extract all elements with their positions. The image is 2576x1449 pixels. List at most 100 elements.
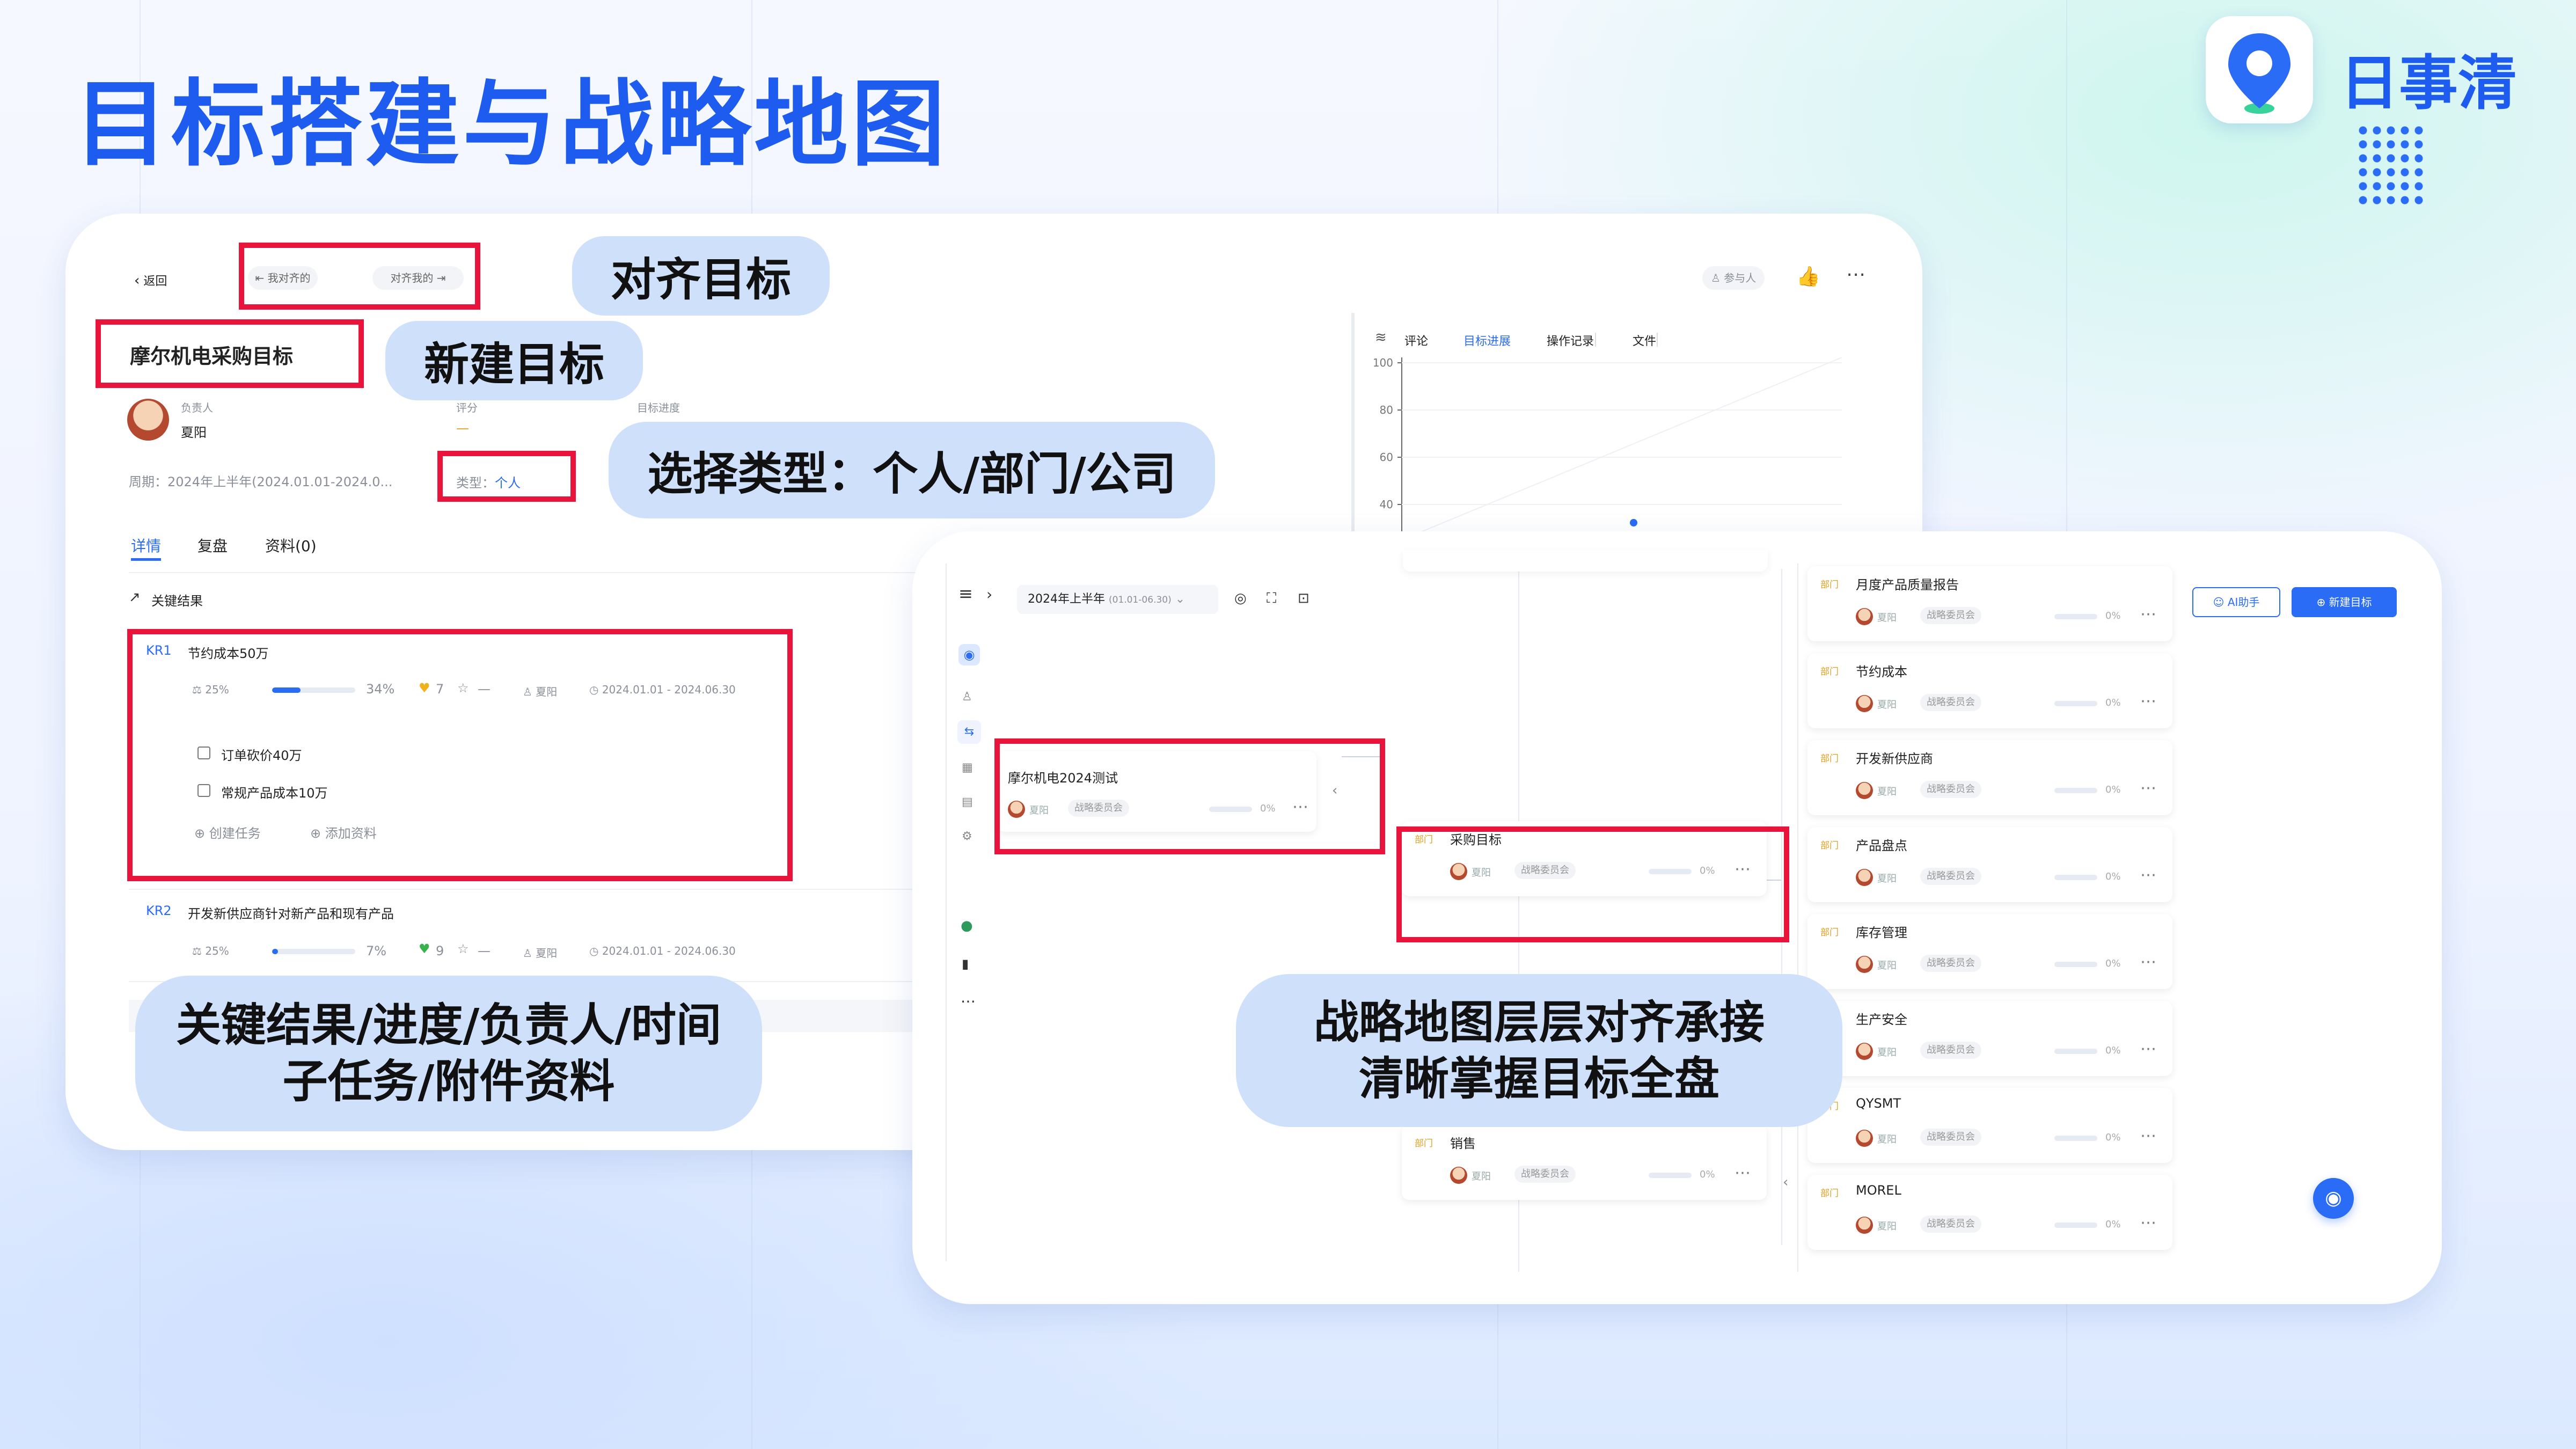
more-icon[interactable]: ⋯ bbox=[2140, 692, 2156, 711]
avatar bbox=[1856, 1130, 1873, 1147]
owner-name[interactable]: 夏阳 bbox=[181, 422, 207, 441]
node-group: 战略委员会 bbox=[1514, 1166, 1576, 1183]
map-leaf-node[interactable]: 部门生产安全夏阳战略委员会0%⋯ bbox=[1807, 1001, 2172, 1076]
thumb-up-icon[interactable]: 👍 bbox=[1796, 267, 1820, 287]
kr2-title[interactable]: 开发新供应商针对新产品和现有产品 bbox=[188, 903, 394, 922]
more-icon[interactable]: ⋯ bbox=[1846, 265, 1865, 284]
chart-tick-label: 100 bbox=[1373, 357, 1393, 369]
kr2-progress-bar[interactable] bbox=[272, 949, 355, 954]
tab-documents[interactable]: 资料(0) bbox=[265, 535, 317, 556]
node-owner: 夏阳 bbox=[1877, 873, 1897, 884]
map-leaf-node[interactable]: 部门QYSMT夏阳战略委员会0%⋯ bbox=[1807, 1088, 2172, 1163]
trend-icon: ↗ bbox=[129, 589, 141, 605]
node-progress: 0% bbox=[2105, 871, 2121, 882]
period-text[interactable]: 周期：2024年上半年(2024.01.01-2024.0... bbox=[129, 471, 392, 490]
chart-point[interactable] bbox=[1630, 519, 1637, 526]
more-icon[interactable]: ⋯ bbox=[2140, 605, 2156, 624]
avatar bbox=[1450, 1167, 1467, 1184]
divider bbox=[129, 889, 977, 890]
node-owner: 夏阳 bbox=[1877, 1047, 1897, 1058]
department-tag: 部门 bbox=[1820, 580, 1839, 590]
node-progress: 0% bbox=[1700, 1169, 1715, 1180]
highlight-goal-name bbox=[96, 319, 364, 388]
node-group: 战略委员会 bbox=[1920, 607, 1981, 624]
node-owner: 夏阳 bbox=[1877, 960, 1897, 971]
score-value[interactable]: — bbox=[456, 421, 469, 436]
section-title: 关键结果 bbox=[151, 594, 203, 609]
map-leaf-node[interactable]: 部门 节约成本 夏阳 战略委员会 0% ⋯ bbox=[1807, 653, 2172, 728]
help-float-button[interactable]: ◉ bbox=[2313, 1178, 2354, 1219]
map-leaf-node[interactable]: 部门 MOREL 夏阳 战略委员会 0% ⋯ bbox=[1807, 1175, 2172, 1250]
highlight-type bbox=[437, 451, 576, 502]
node-name: 节约成本 bbox=[1856, 664, 1907, 679]
more-icon[interactable]: ⋯ bbox=[2140, 1040, 2156, 1058]
kr2-code: KR2 bbox=[146, 903, 172, 918]
kr2-weight: ⚖ 25% bbox=[192, 945, 229, 957]
chevron-left-icon: ‹ bbox=[134, 273, 140, 289]
tab-review[interactable]: 复盘 bbox=[197, 535, 228, 556]
decorative-dots bbox=[2356, 123, 2426, 209]
person-icon: ♙ bbox=[1711, 272, 1721, 284]
progress-bar bbox=[2054, 1223, 2097, 1228]
collapse-chevron-icon[interactable]: ‹ bbox=[1783, 1175, 1788, 1189]
node-name: 生产安全 bbox=[1856, 1012, 1907, 1027]
side-tab-comments[interactable]: 评论 bbox=[1404, 332, 1428, 349]
department-tag: 部门 bbox=[1820, 840, 1839, 851]
more-icon[interactable]: ⋯ bbox=[2140, 1126, 2156, 1145]
node-group: 战略委员会 bbox=[1920, 694, 1981, 711]
goal-progress-chart: 100 80 60 40 bbox=[1373, 357, 1842, 540]
node-group: 战略委员会 bbox=[1920, 781, 1981, 798]
location-pin-icon bbox=[2206, 16, 2313, 123]
tab-separator bbox=[1657, 333, 1658, 347]
tab-details[interactable]: 详情 bbox=[131, 535, 161, 556]
progress-label: 目标进度 bbox=[637, 401, 680, 414]
node-group: 战略委员会 bbox=[1920, 868, 1981, 885]
node-group: 战略委员会 bbox=[1920, 1216, 1981, 1233]
node-name: 销售 bbox=[1450, 1136, 1476, 1151]
more-icon[interactable]: ⋯ bbox=[2140, 953, 2156, 971]
department-tag: 部门 bbox=[1820, 667, 1839, 677]
participants-button[interactable]: ♙ 参与人 bbox=[1702, 266, 1765, 290]
brand-logo: 日事清 bbox=[2206, 16, 2528, 220]
side-tab-files[interactable]: 文件 bbox=[1633, 332, 1656, 349]
heart-icon[interactable]: ♥ bbox=[419, 941, 430, 956]
kr2-owner[interactable]: ♙ 夏阳 bbox=[523, 945, 557, 960]
more-icon[interactable]: ⋯ bbox=[2140, 866, 2156, 884]
department-tag: 部门 bbox=[1820, 927, 1839, 938]
node-name: 月度产品质量报告 bbox=[1856, 577, 1959, 592]
node-owner: 夏阳 bbox=[1472, 1171, 1491, 1182]
node-progress: 0% bbox=[2105, 1132, 2121, 1143]
highlight-root-node bbox=[994, 738, 1385, 854]
tab-separator bbox=[1595, 333, 1596, 347]
node-group: 战略委员会 bbox=[1920, 955, 1981, 972]
node-progress: 0% bbox=[2105, 958, 2121, 969]
node-card-partial bbox=[1403, 550, 1768, 572]
node-progress: 0% bbox=[2105, 697, 2121, 708]
side-tab-progress[interactable]: 目标进展 bbox=[1463, 332, 1511, 349]
map-leaf-node[interactable]: 部门 库存管理夏阳 战略委员会 0% ⋯ bbox=[1807, 914, 2172, 989]
map-leaf-node[interactable]: 部门 开发新供应商 夏阳 战略委员会 0% ⋯ bbox=[1807, 740, 2172, 815]
map-leaf-node[interactable]: 部门 产品盘点 夏阳 战略委员会 0% ⋯ bbox=[1807, 827, 2172, 902]
node-progress: 0% bbox=[2105, 784, 2121, 795]
node-progress: 0% bbox=[2105, 1045, 2121, 1056]
side-tab-log[interactable]: 操作记录 bbox=[1547, 332, 1594, 349]
back-button[interactable]: ‹ 返回 bbox=[134, 272, 167, 289]
avatar bbox=[1856, 608, 1873, 625]
tab-indicator bbox=[131, 558, 161, 561]
map-leaf-node[interactable]: 部门 月度产品质量报告 夏阳 战略委员会 0% ⋯ bbox=[1807, 566, 2172, 641]
star-icon[interactable]: ☆ bbox=[457, 941, 469, 956]
callout-key-results: 关键结果/进度/负责人/时间 子任务/附件资料 bbox=[135, 976, 762, 1131]
avatar bbox=[127, 399, 169, 441]
node-group: 战略委员会 bbox=[1920, 1129, 1981, 1146]
node-progress: 0% bbox=[2105, 610, 2121, 621]
kr2-dates[interactable]: ◷ 2024.01.01 - 2024.06.30 bbox=[589, 945, 736, 957]
more-icon[interactable]: ⋯ bbox=[2140, 1213, 2156, 1232]
node-name: 库存管理 bbox=[1856, 925, 1907, 940]
kr2-progress-text: 7% bbox=[366, 943, 387, 958]
kr2-likes: 9 bbox=[436, 943, 444, 958]
more-icon[interactable]: ⋯ bbox=[1735, 1163, 1751, 1182]
map-mid-node[interactable]: 部门 销售夏阳 战略委员会 0% ⋯ bbox=[1402, 1125, 1767, 1200]
more-icon[interactable]: ⋯ bbox=[2140, 779, 2156, 797]
avatar bbox=[1856, 695, 1873, 712]
department-tag: 部门 bbox=[1415, 1138, 1433, 1149]
